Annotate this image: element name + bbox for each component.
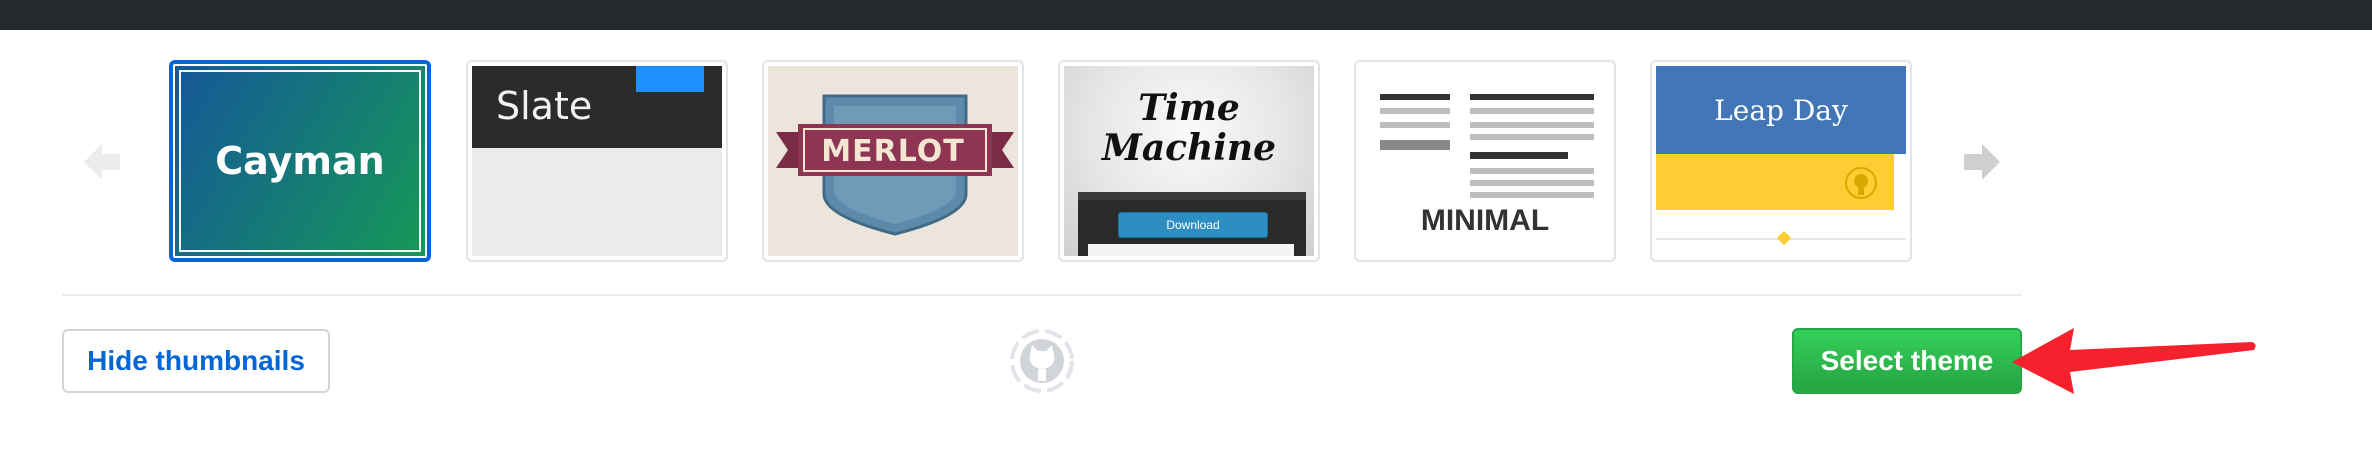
time-machine-title-line2: Machine (1101, 127, 1277, 169)
minimal-line (1470, 168, 1594, 174)
arrow-left-icon (84, 144, 120, 180)
octocat-spinner-icon (1010, 329, 1074, 393)
prev-theme-button[interactable] (80, 140, 124, 184)
merlot-label: MERLOT (821, 134, 965, 169)
leap-day-label: Leap Day (1714, 94, 1848, 127)
minimal-line (1470, 192, 1594, 198)
next-theme-button[interactable] (1960, 140, 2004, 184)
theme-thumb-minimal[interactable]: MINIMAL (1354, 60, 1616, 262)
time-machine-footer (1088, 244, 1294, 256)
github-octocat-icon (1845, 167, 1877, 199)
minimal-line (1470, 94, 1594, 100)
theme-thumb-slate[interactable]: Slate (466, 60, 728, 262)
slate-label: Slate (496, 84, 593, 128)
theme-thumb-time-machine[interactable]: Time Machine Download (1058, 60, 1320, 262)
theme-thumb-merlot[interactable]: MERLOT (762, 60, 1024, 262)
arrow-right-icon (1964, 144, 2000, 180)
divider (62, 294, 2022, 296)
leap-day-diamond (1776, 230, 1792, 246)
select-theme-button[interactable]: Select theme (1792, 328, 2022, 394)
cayman-label: Cayman (215, 139, 385, 183)
theme-thumb-leap-day[interactable]: Leap Day (1650, 60, 1912, 262)
slate-badge (636, 66, 704, 92)
minimal-line (1470, 122, 1594, 128)
minimal-line (1470, 108, 1594, 114)
hide-thumbnails-button[interactable]: Hide thumbnails (62, 329, 330, 393)
minimal-line (1380, 140, 1450, 150)
theme-thumb-cayman[interactable]: Cayman (169, 60, 431, 262)
minimal-line (1380, 108, 1450, 114)
minimal-line (1470, 180, 1594, 186)
minimal-line (1380, 94, 1450, 100)
minimal-line (1470, 152, 1568, 159)
minimal-line (1470, 134, 1594, 140)
time-machine-download-preview: Download (1118, 212, 1268, 238)
minimal-line (1380, 122, 1450, 128)
red-arrow-icon (2012, 328, 2256, 394)
minimal-label: MINIMAL (1420, 204, 1550, 237)
slate-body (472, 148, 722, 256)
time-machine-title-line1: Time (1138, 87, 1240, 129)
time-machine-title: Time Machine (1064, 88, 1314, 168)
top-bar (0, 0, 2372, 30)
